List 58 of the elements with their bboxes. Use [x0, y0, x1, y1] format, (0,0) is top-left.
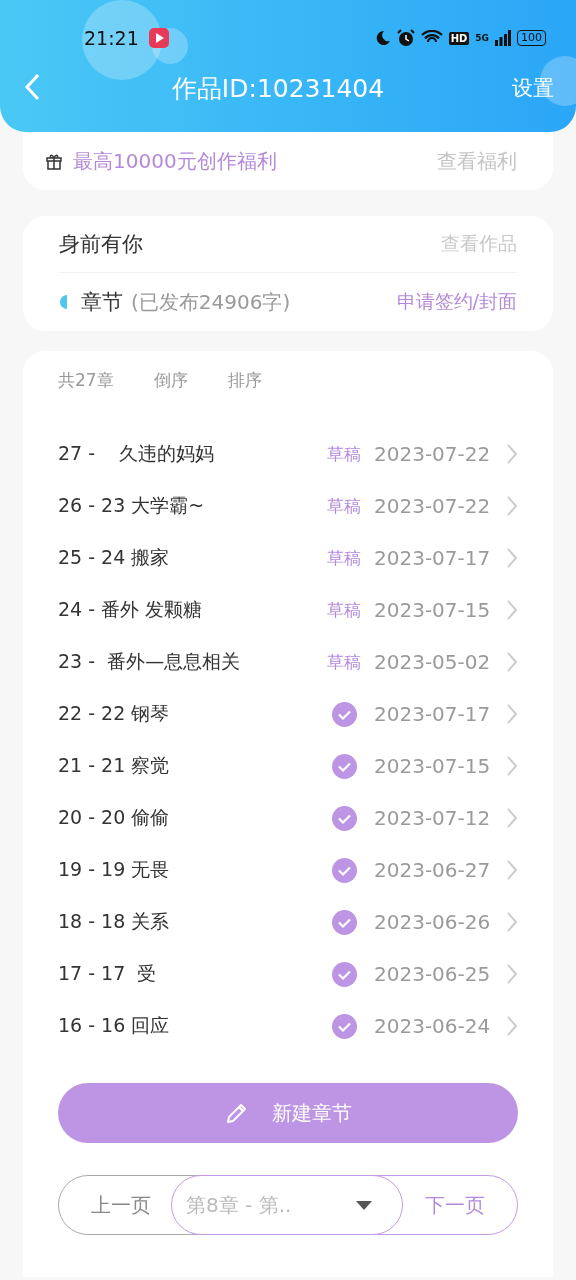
draft-label: 草稿: [327, 494, 361, 518]
chevron-right-icon: [506, 651, 518, 673]
network-label: 5G: [475, 33, 489, 43]
chapter-count: 共27章: [58, 368, 114, 392]
chapter-title[interactable]: 18 - 18 关系: [58, 909, 322, 935]
signal-icon: [495, 30, 511, 46]
chapter-date: 2023-07-22: [374, 442, 492, 466]
section-marker-icon: [59, 295, 67, 309]
published-word-count: (已发布24906字): [131, 288, 292, 316]
chapter-title[interactable]: 19 - 19 无畏: [58, 857, 322, 883]
chapter-title[interactable]: 24 - 番外 发颗糖: [58, 597, 322, 623]
draft-label: 草稿: [327, 598, 361, 622]
chevron-right-icon: [506, 807, 518, 829]
draft-label: 草稿: [327, 442, 361, 466]
chapter-title[interactable]: 26 - 23 大学霸~: [58, 493, 322, 519]
chevron-right-icon: [506, 859, 518, 881]
chevron-right-icon: [506, 599, 518, 621]
chapter-date: 2023-06-26: [374, 910, 492, 934]
chapter-date: 2023-06-27: [374, 858, 492, 882]
chapter-date: 2023-07-17: [374, 702, 492, 726]
chevron-right-icon: [506, 1015, 518, 1037]
chevron-right-icon: [506, 755, 518, 777]
alarm-icon: [396, 29, 415, 47]
dropdown-caret-icon: [356, 1200, 372, 1210]
battery-level: 100: [517, 30, 546, 46]
chapter-date: 2023-07-15: [374, 598, 492, 622]
chapter-date: 2023-06-25: [374, 962, 492, 986]
chapter-title[interactable]: 17 - 17 受: [58, 961, 322, 987]
video-app-icon: [148, 28, 169, 48]
work-title: 身前有你: [59, 231, 144, 258]
chapter-title[interactable]: 21 - 21 察觉: [58, 753, 322, 779]
moon-icon: [374, 30, 391, 46]
chapter-date: 2023-07-22: [374, 494, 492, 518]
hd-label: HD: [448, 31, 470, 45]
section-title: 章节: [81, 289, 123, 316]
chapter-title[interactable]: 22 - 22 钢琴: [58, 701, 322, 727]
chapter-title[interactable]: 23 - 番外—息息相关: [58, 649, 322, 675]
chevron-right-icon: [506, 911, 518, 933]
gift-icon: [45, 152, 63, 170]
chapter-date: 2023-06-24: [374, 1014, 492, 1038]
chapter-date: 2023-05-02: [374, 650, 492, 674]
chapter-date: 2023-07-12: [374, 806, 492, 830]
chapter-title[interactable]: 27 - 久违的妈妈: [58, 441, 322, 467]
welfare-text: 最高10000元创作福利: [73, 147, 278, 175]
status-time: 21:21: [84, 27, 139, 49]
chevron-right-icon: [506, 703, 518, 725]
chapter-date: 2023-07-15: [374, 754, 492, 778]
chapter-title[interactable]: 25 - 24 搬家: [58, 545, 322, 571]
draft-label: 草稿: [327, 650, 361, 674]
page-title: 作品ID:10231404: [170, 72, 386, 105]
chevron-right-icon: [506, 963, 518, 985]
chapter-title[interactable]: 20 - 20 偷偷: [58, 805, 322, 831]
chapter-date: 2023-07-17: [374, 546, 492, 570]
chevron-right-icon: [506, 547, 518, 569]
chevron-right-icon: [506, 495, 518, 517]
draft-label: 草稿: [327, 546, 361, 570]
chevron-right-icon: [506, 443, 518, 465]
chapter-title[interactable]: 16 - 16 回应: [58, 1013, 322, 1039]
